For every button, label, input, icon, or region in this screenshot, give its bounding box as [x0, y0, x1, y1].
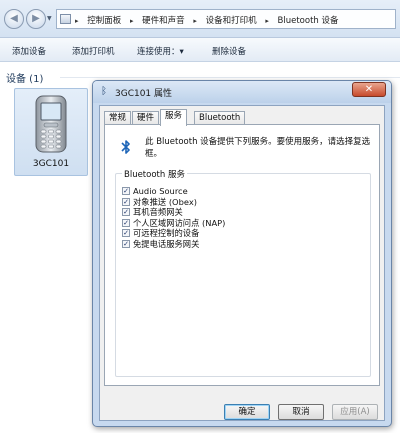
address-bar-area: ◀ ▶ ▼ ▸ 控制面板 ▸ 硬件和声音 ▸ 设备和打印机 ▸ Bluetoot… [0, 0, 400, 38]
device-tile-3gc101[interactable]: 3GC101 [14, 88, 88, 176]
tab-general[interactable]: 常规 [104, 111, 132, 125]
breadcrumb-separator: ▸ [265, 17, 269, 25]
service-checkbox[interactable]: ✓ [122, 187, 130, 195]
breadcrumb: ▸ 控制面板 ▸ 硬件和声音 ▸ 设备和打印机 ▸ Bluetooth 设备 [75, 14, 339, 26]
service-label: 免提电话服务网关 [133, 238, 200, 249]
service-label: 个人区域网访问点 (NAP) [133, 217, 226, 228]
bluetooth-services-group: Bluetooth 服务 ✓ Audio Source ✓ 对象推送 (Obex… [115, 168, 371, 377]
connect-using-button[interactable]: 连接使用：▾ [137, 45, 184, 57]
service-checkbox[interactable]: ✓ [122, 218, 130, 227]
group-divider [60, 77, 400, 78]
add-device-button[interactable]: 添加设备 [12, 45, 46, 57]
close-button[interactable]: ✕ [352, 82, 386, 97]
service-checkbox[interactable]: ✓ [122, 197, 130, 206]
breadcrumb-separator: ▸ [129, 17, 134, 25]
command-toolbar: 添加设备 添加打印机 连接使用：▾ 删除设备 [0, 38, 400, 62]
device-name: 3GC101 [32, 159, 70, 169]
ok-button[interactable]: 确定 [224, 404, 270, 420]
dialog-title: 3GC101 属性 [115, 89, 173, 99]
service-label: Audio Source [133, 186, 188, 196]
service-label: 对象推送 (Obex) [133, 196, 197, 207]
tab-services[interactable]: 服务 [160, 109, 188, 126]
properties-dialog: ᛒ 3GC101 属性 ✕ 常规 硬件 服务 Bluetooth 此 Bluet… [92, 80, 392, 427]
forward-arrow-icon: ▶ [32, 13, 40, 24]
devices-group-header[interactable]: 设备 (1) [6, 70, 43, 85]
breadcrumb-item-hardware-sound[interactable]: 硬件和声音 [142, 14, 185, 26]
back-arrow-icon: ◀ [10, 13, 18, 24]
recent-pages-dropdown[interactable]: ▼ [47, 15, 52, 22]
service-label: 可远程控制的设备 [133, 228, 200, 239]
breadcrumb-item-control-panel[interactable]: 控制面板 [87, 14, 121, 26]
dialog-body: 常规 硬件 服务 Bluetooth 此 Bluetooth 设备提供下列服务。… [99, 105, 385, 421]
back-button[interactable]: ◀ [4, 9, 24, 29]
cancel-button[interactable]: 取消 [278, 404, 324, 420]
service-label: 耳机音频网关 [133, 207, 183, 218]
address-box[interactable]: ▸ 控制面板 ▸ 硬件和声音 ▸ 设备和打印机 ▸ Bluetooth 设备 [56, 9, 396, 29]
remove-device-button[interactable]: 删除设备 [212, 45, 246, 57]
bluetooth-icon [119, 137, 133, 157]
breadcrumb-separator: ▸ [75, 17, 79, 25]
tab-hardware[interactable]: 硬件 [132, 111, 160, 125]
services-description: 此 Bluetooth 设备提供下列服务。要使用服务，请选择复选框。 [145, 137, 371, 159]
apply-button[interactable]: 应用(A) [332, 404, 378, 420]
tab-bluetooth[interactable]: Bluetooth [194, 111, 246, 125]
control-panel-icon [60, 14, 71, 24]
add-printer-button[interactable]: 添加打印机 [72, 45, 115, 57]
breadcrumb-item-bluetooth-devices[interactable]: Bluetooth 设备 [278, 14, 339, 26]
service-checkbox[interactable]: ✓ [122, 229, 130, 238]
service-checkbox[interactable]: ✓ [122, 239, 130, 248]
dialog-titlebar[interactable]: ᛒ 3GC101 属性 ✕ [93, 81, 391, 103]
forward-button[interactable]: ▶ [26, 9, 46, 29]
breadcrumb-separator: ▸ [193, 17, 197, 25]
mobile-phone-icon [35, 95, 67, 153]
services-tab-panel: 此 Bluetooth 设备提供下列服务。要使用服务，请选择复选框。 Bluet… [104, 124, 380, 386]
services-group-label: Bluetooth 服务 [122, 168, 187, 180]
breadcrumb-item-devices-printers[interactable]: 设备和打印机 [206, 14, 257, 26]
bluetooth-small-icon: ᛒ [101, 86, 107, 97]
close-icon: ✕ [364, 84, 374, 95]
service-checkbox[interactable]: ✓ [122, 208, 130, 217]
